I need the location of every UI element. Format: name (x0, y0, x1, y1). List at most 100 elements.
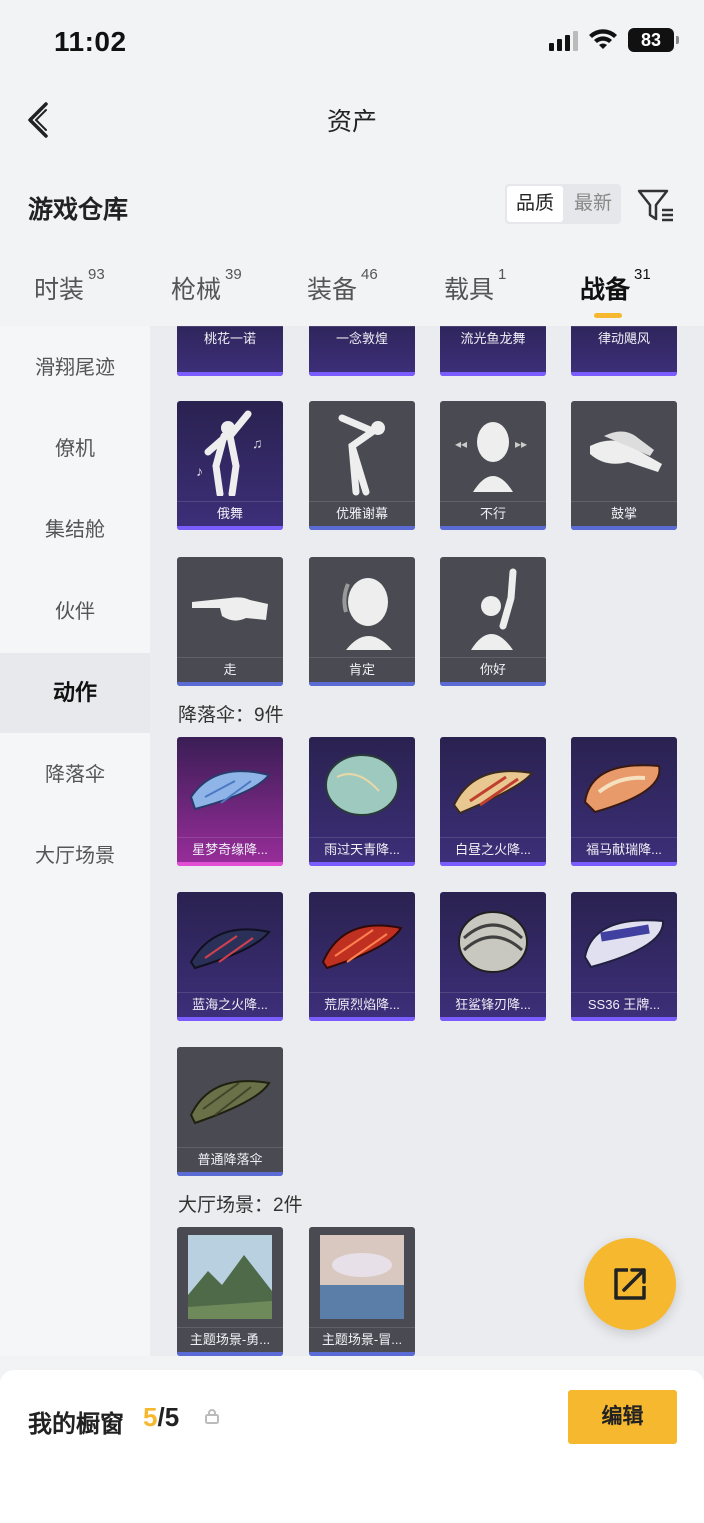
svg-text:♪: ♪ (196, 463, 203, 479)
svg-text:♫: ♫ (252, 435, 263, 451)
lobby-scene-card[interactable]: 主题场景-勇... (177, 1227, 283, 1356)
parachute-card[interactable]: SS36 王牌... (571, 892, 677, 1021)
card-label: 雨过天青降... (309, 837, 415, 861)
rarity-bar (309, 526, 415, 530)
card-label: 荒原烈焰降... (309, 992, 415, 1016)
emote-card[interactable]: 律动飓风 (571, 326, 677, 376)
tab-weapons[interactable]: 枪械39 (171, 266, 242, 306)
emote-card[interactable]: 肯定 (309, 557, 415, 686)
rarity-bar (440, 526, 546, 530)
emote-card[interactable]: 优雅谢幕 (309, 401, 415, 530)
tab-equipment[interactable]: 装备46 (307, 266, 378, 306)
category-tabs: 时装93 枪械39 装备46 载具1 战备31 (0, 256, 704, 326)
pointing-hand-icon (177, 557, 283, 657)
card-label: 狂鲨锋刃降... (440, 992, 546, 1016)
wave-icon (440, 557, 546, 657)
emote-card[interactable]: 流光鱼龙舞 (440, 326, 546, 376)
sidebar-item-emotes[interactable]: 动作 (0, 653, 150, 733)
card-label: 律动飓风 (571, 326, 677, 350)
battery-icon: 83 (628, 28, 679, 52)
svg-text:▸▸: ▸▸ (515, 437, 527, 451)
card-label: 桃花一诺 (177, 326, 283, 350)
scene-preview (309, 1227, 415, 1327)
filter-icon[interactable] (636, 186, 676, 226)
nod-icon (309, 557, 415, 657)
emote-card[interactable]: 鼓掌 (571, 401, 677, 530)
sort-toggle: 品质 最新 (505, 184, 621, 224)
parachute-icon (309, 892, 415, 992)
sort-latest-button[interactable]: 最新 (565, 184, 621, 224)
parachute-card[interactable]: 蓝海之火降... (177, 892, 283, 1021)
status-icons: 83 (549, 28, 679, 52)
parachute-icon (440, 892, 546, 992)
sidebar-item-companion[interactable]: 伙伴 (0, 572, 150, 652)
card-label: 走 (177, 657, 283, 681)
scene-preview (177, 1227, 283, 1327)
tab-vehicles[interactable]: 载具1 (444, 266, 506, 306)
card-label: 蓝海之火降... (177, 992, 283, 1016)
sidebar-item-pod[interactable]: 集结舱 (0, 490, 150, 570)
rarity-bar (309, 682, 415, 686)
card-label: 鼓掌 (571, 501, 677, 525)
parachute-icon (309, 737, 415, 837)
bow-icon (309, 401, 415, 501)
rarity-bar (571, 862, 677, 866)
cellular-signal-icon (549, 29, 578, 51)
parachute-card[interactable]: 星梦奇缘降... (177, 737, 283, 866)
emote-card[interactable]: 一念敦煌 (309, 326, 415, 376)
card-label: 主题场景-冒... (309, 1327, 415, 1351)
emote-card[interactable]: ◂◂ ▸▸ 不行 (440, 401, 546, 530)
clap-icon (571, 401, 677, 501)
emote-card[interactable]: 你好 (440, 557, 546, 686)
tab-battle-gear[interactable]: 战备31 (580, 266, 651, 306)
nav-bar: 资产 (0, 84, 704, 154)
parachute-icon (177, 1047, 283, 1147)
status-bar: 11:02 83 (0, 0, 704, 84)
parachute-card[interactable]: 福马献瑞降... (571, 737, 677, 866)
sidebar: 滑翔尾迹 僚机 集结舱 伙伴 动作 降落伞 大厅场景 (0, 326, 150, 1356)
rarity-bar (571, 1017, 677, 1021)
rarity-bar (440, 372, 546, 376)
rarity-bar (309, 372, 415, 376)
external-link-icon (614, 1268, 646, 1300)
sidebar-item-wingman[interactable]: 僚机 (0, 409, 150, 489)
section-header: 游戏仓库 品质 最新 (0, 172, 704, 238)
parachute-icon (440, 737, 546, 837)
card-label: 不行 (440, 501, 546, 525)
wifi-icon (589, 29, 617, 49)
emote-card[interactable]: ♪ ♫ 俄舞 (177, 401, 283, 530)
rarity-bar (177, 682, 283, 686)
head-shake-icon: ◂◂ ▸▸ (440, 401, 546, 501)
parachute-card[interactable]: 荒原烈焰降... (309, 892, 415, 1021)
card-label: 肯定 (309, 657, 415, 681)
emote-card[interactable]: 桃花一诺 (177, 326, 283, 376)
sidebar-item-lobby-scene[interactable]: 大厅场景 (0, 816, 150, 896)
rarity-bar (177, 526, 283, 530)
parachute-card[interactable]: 普通降落伞 (177, 1047, 283, 1176)
card-label: 俄舞 (177, 501, 283, 525)
parachute-card[interactable]: 狂鲨锋刃降... (440, 892, 546, 1021)
emote-card[interactable]: 走 (177, 557, 283, 686)
rarity-bar (177, 1352, 283, 1356)
showcase-label: 我的橱窗 (28, 1411, 124, 1438)
rarity-bar (571, 526, 677, 530)
parachute-icon (571, 737, 677, 837)
sidebar-item-parachute[interactable]: 降落伞 (0, 735, 150, 815)
share-button[interactable] (584, 1238, 676, 1330)
card-label: 白昼之火降... (440, 837, 546, 861)
parachute-card[interactable]: 白昼之火降... (440, 737, 546, 866)
section-title: 游戏仓库 (28, 196, 129, 224)
lobby-scene-card[interactable]: 主题场景-冒... (309, 1227, 415, 1356)
sort-quality-button[interactable]: 品质 (507, 186, 563, 222)
parachute-group-title: 降落伞：9件 (178, 705, 284, 726)
svg-text:◂◂: ◂◂ (455, 437, 467, 451)
parachute-card[interactable]: 雨过天青降... (309, 737, 415, 866)
rarity-bar (309, 1352, 415, 1356)
card-label: 一念敦煌 (309, 326, 415, 350)
showcase-count: 5/5 (143, 1402, 180, 1432)
card-label: 流光鱼龙舞 (440, 326, 546, 350)
rarity-bar (440, 682, 546, 686)
sidebar-item-glide-trail[interactable]: 滑翔尾迹 (0, 328, 150, 408)
edit-button[interactable]: 编辑 (568, 1390, 677, 1444)
tab-fashion[interactable]: 时装93 (34, 266, 105, 306)
